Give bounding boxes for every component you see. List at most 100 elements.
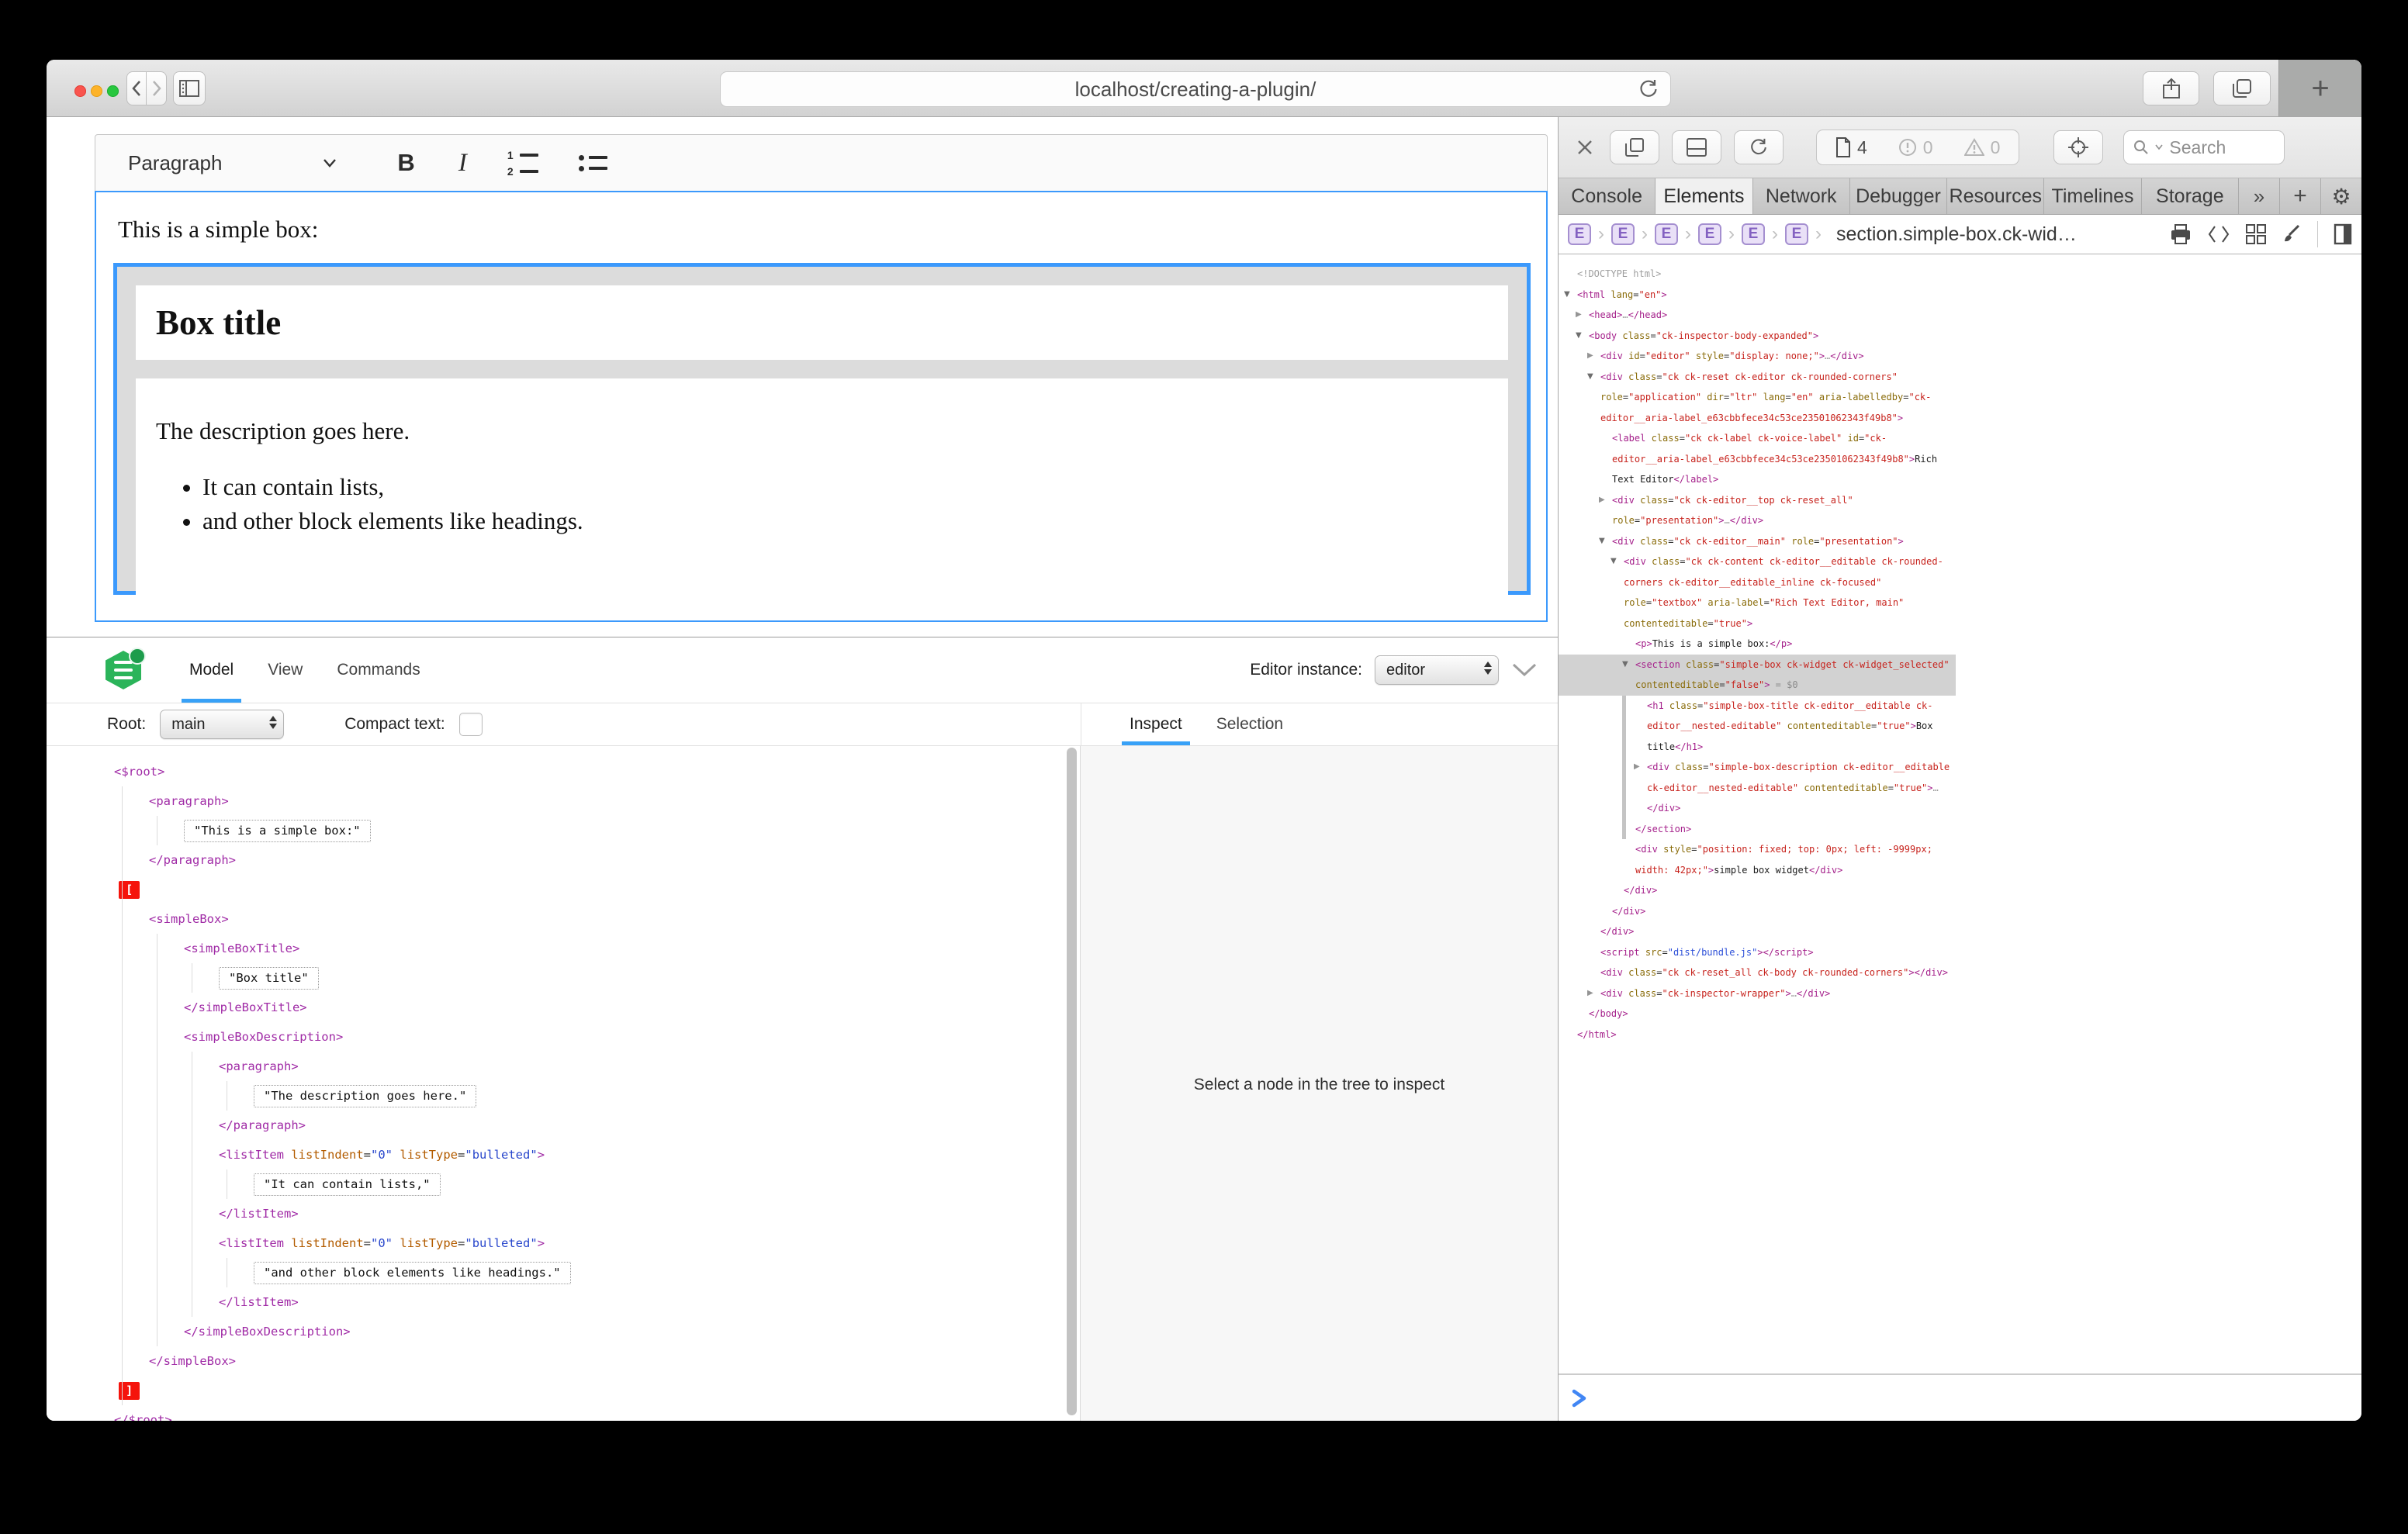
expand-node-icon[interactable]: ▶ [1634, 757, 1640, 778]
intro-paragraph[interactable]: This is a simple box: [118, 216, 1546, 244]
forward-button[interactable] [147, 71, 167, 105]
dom-tree-line[interactable]: ▶<div id="editor" style="display: none;"… [1559, 346, 1956, 367]
devtools-tab-network[interactable]: Network [1753, 178, 1850, 214]
reload-page-button[interactable] [1734, 130, 1784, 164]
element-badge[interactable]: E [1568, 223, 1591, 245]
model-tree-row[interactable]: </simpleBox> [47, 1346, 1064, 1376]
model-tree-row[interactable]: "and other block elements like headings.… [47, 1258, 1064, 1287]
add-tab-button[interactable]: + [2280, 178, 2321, 214]
model-tree-row[interactable]: <listItem listIndent="0" listType="bulle… [47, 1228, 1064, 1258]
dom-tree-line[interactable]: ▼<div class="ck ck-content ck-editor__ed… [1559, 551, 1956, 634]
styles-brush-icon[interactable] [2282, 224, 2302, 244]
dom-tree-line[interactable]: ▼<div class="ck ck-reset ck-editor ck-ro… [1559, 367, 1956, 429]
model-tree-row[interactable]: <listItem listIndent="0" listType="bulle… [47, 1140, 1064, 1170]
more-tabs-button[interactable]: » [2239, 178, 2280, 214]
collapse-node-icon[interactable]: ▼ [1599, 531, 1605, 552]
dom-tree-line[interactable]: ▶<head>…</head> [1559, 305, 1956, 326]
dom-tree-line[interactable]: <script src="dist/bundle.js"></script> [1559, 942, 1956, 963]
simple-box-title[interactable]: Box title [136, 285, 1508, 360]
description-paragraph[interactable]: The description goes here. [156, 417, 1488, 445]
warning-count[interactable]: 0 [1964, 137, 2001, 158]
dock-bottom-button[interactable] [1672, 130, 1721, 164]
model-tree-row[interactable]: <simpleBoxTitle> [47, 934, 1064, 963]
close-window-button[interactable] [74, 85, 86, 97]
element-picker-button[interactable] [2053, 130, 2103, 164]
expand-node-icon[interactable]: ▶ [1599, 490, 1605, 511]
reload-icon[interactable] [1638, 78, 1659, 101]
model-tree-row[interactable]: </paragraph> [47, 845, 1064, 875]
model-tree-row[interactable]: </simpleBoxTitle> [47, 993, 1064, 1022]
model-tree-row[interactable]: <simpleBox> [47, 904, 1064, 934]
model-tree-row[interactable]: "The description goes here." [47, 1081, 1064, 1111]
inspector-tab-inspect[interactable]: Inspect [1112, 703, 1199, 745]
dom-tree-line[interactable]: </body> [1559, 1004, 1956, 1024]
model-tree-row[interactable]: </listItem> [47, 1199, 1064, 1228]
editor-editable-area[interactable]: This is a simple box: Box title The desc… [95, 191, 1548, 622]
box-title-heading[interactable]: Box title [156, 302, 281, 343]
bulleted-list-button[interactable] [579, 155, 607, 171]
simple-box-widget[interactable]: Box title The description goes here. It … [113, 263, 1531, 595]
chevron-down-icon[interactable] [323, 158, 337, 168]
devtools-tab-timelines[interactable]: Timelines [2044, 178, 2141, 214]
dom-tree-line[interactable]: ▼<body class="ck-inspector-body-expanded… [1559, 326, 1956, 347]
model-tree-row[interactable]: <$root> [47, 757, 1064, 786]
paragraph-dropdown[interactable]: Paragraph [128, 151, 222, 175]
devtools-tab-resources[interactable]: Resources [1947, 178, 2044, 214]
model-tree-row[interactable]: "It can contain lists," [47, 1170, 1064, 1199]
dom-tree-line[interactable]: </html> [1559, 1024, 1956, 1045]
model-tree-scrollbar[interactable] [1064, 746, 1080, 1421]
collapse-node-icon[interactable]: ▼ [1564, 285, 1570, 306]
dom-tree-line[interactable]: <p>This is a simple box:</p> [1559, 634, 1956, 655]
model-tree-row[interactable]: "This is a simple box:" [47, 816, 1064, 845]
resource-count[interactable]: 4 [1835, 137, 1867, 158]
expand-node-icon[interactable]: ▶ [1587, 983, 1593, 1004]
root-select[interactable]: main [160, 710, 284, 739]
model-tree-row[interactable]: </paragraph> [47, 1111, 1064, 1140]
dom-tree-line[interactable]: </div> [1559, 921, 1956, 942]
dom-tree-line[interactable]: <!DOCTYPE html> [1559, 264, 1956, 285]
description-list[interactable]: It can contain lists,and other block ele… [156, 473, 1488, 535]
print-icon[interactable] [2170, 224, 2192, 244]
model-tree-row[interactable]: <paragraph> [47, 786, 1064, 816]
devtools-tab-debugger[interactable]: Debugger [1850, 178, 1947, 214]
tab-overview-button[interactable] [2213, 71, 2271, 105]
model-tree-row[interactable]: </simpleBoxDescription> [47, 1317, 1064, 1346]
dom-tree-line[interactable]: <h1 class="simple-box-title ck-editor__e… [1559, 696, 1956, 758]
details-sidebar-toggle-icon[interactable] [2334, 223, 2352, 245]
collapse-node-icon[interactable]: ▼ [1611, 551, 1617, 572]
model-tree-row[interactable]: </$root> [47, 1405, 1064, 1421]
dock-side-button[interactable] [1610, 130, 1659, 164]
devtools-tab-storage[interactable]: Storage [2142, 178, 2239, 214]
model-tree-row[interactable]: "Box title" [47, 963, 1064, 993]
inspector-tab-view[interactable]: View [251, 637, 320, 703]
minimize-window-button[interactable] [91, 85, 102, 97]
dom-tree-line[interactable]: ▼<div class="ck ck-editor__main" role="p… [1559, 531, 1956, 552]
compact-text-checkbox[interactable] [459, 713, 483, 736]
element-badge[interactable]: E [1698, 223, 1721, 245]
expand-node-icon[interactable]: ▶ [1587, 346, 1593, 367]
model-tree-row[interactable]: ] [47, 1376, 1064, 1405]
devtools-tab-console[interactable]: Console [1559, 178, 1656, 214]
dom-tree-line[interactable]: </div> [1559, 901, 1956, 922]
element-badge[interactable]: E [1742, 223, 1765, 245]
new-tab-button[interactable]: + [2278, 60, 2361, 116]
console-prompt[interactable] [1559, 1373, 2361, 1421]
dom-tree-line[interactable]: ▶<div class="simple-box-description ck-e… [1559, 757, 1956, 819]
dom-tree-line[interactable]: ▼<html lang="en"> [1559, 285, 1956, 306]
model-tree-row[interactable]: </listItem> [47, 1287, 1064, 1317]
inspector-tab-selection[interactable]: Selection [1199, 703, 1300, 745]
share-button[interactable] [2143, 71, 2199, 105]
dom-tree-line[interactable]: ▶<div class="ck-inspector-wrapper">…</di… [1559, 983, 1956, 1004]
grid-layout-icon[interactable] [2246, 224, 2266, 244]
numbered-list-button[interactable]: 1 2 [507, 150, 538, 177]
model-tree-row[interactable]: [ [47, 875, 1064, 904]
code-brackets-icon[interactable] [2207, 225, 2230, 244]
element-badge[interactable]: E [1785, 223, 1808, 245]
dom-tree-line[interactable]: ▶<div class="ck ck-editor__top ck-reset_… [1559, 490, 1956, 531]
dom-tree-line[interactable]: <div class="ck ck-reset_all ck-body ck-r… [1559, 962, 1956, 983]
collapse-node-icon[interactable]: ▼ [1622, 655, 1628, 675]
settings-gear-icon[interactable]: ⚙ [2321, 178, 2361, 214]
simple-box-description[interactable]: The description goes here. It can contai… [136, 378, 1508, 600]
italic-button[interactable]: I [458, 149, 467, 178]
model-tree-row[interactable]: <paragraph> [47, 1052, 1064, 1081]
